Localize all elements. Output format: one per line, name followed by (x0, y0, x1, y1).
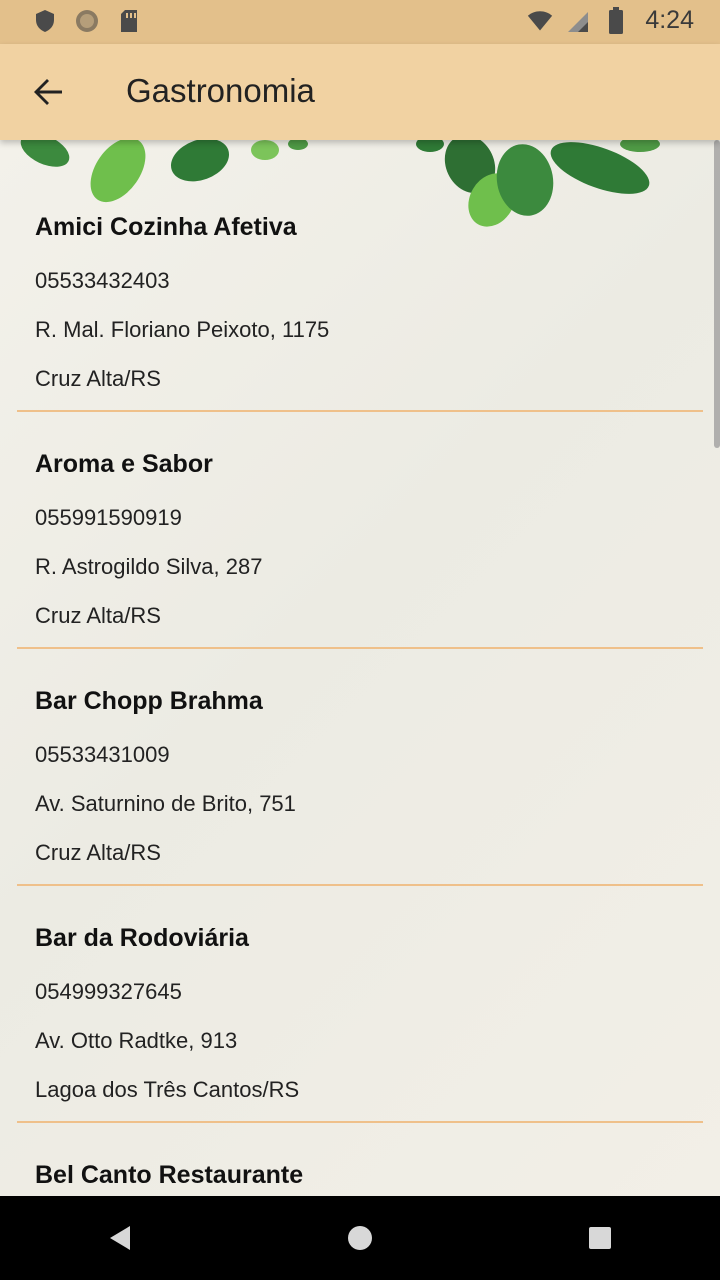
restaurant-address: Av. Otto Radtke, 913 (35, 1028, 238, 1053)
restaurant-name: Bar da Rodoviária (35, 924, 249, 952)
restaurant-name: Bar Chopp Brahma (35, 687, 263, 715)
recents-square-icon (589, 1227, 611, 1249)
nav-home-button[interactable] (320, 1198, 400, 1278)
home-circle-icon (348, 1226, 372, 1250)
list-item[interactable]: Bel Canto Restaurante (0, 1088, 720, 1196)
back-triangle-icon (110, 1226, 130, 1250)
list-item[interactable]: Bar Chopp Brahma 05533431009 Av. Saturni… (0, 614, 720, 865)
wifi-icon (527, 8, 553, 34)
arrow-back-icon (34, 79, 62, 105)
battery-icon (603, 6, 629, 34)
restaurant-name: Amici Cozinha Afetiva (35, 213, 297, 241)
status-bar: 4:24 (0, 0, 720, 44)
app-bar: Gastronomia (0, 44, 720, 140)
list-item[interactable]: Aroma e Sabor 055991590919 R. Astrogildo… (0, 377, 720, 628)
navigation-bar (0, 1196, 720, 1280)
restaurant-phone: 05533431009 (35, 742, 170, 767)
restaurant-list[interactable]: Amici Cozinha Afetiva 05533432403 R. Mal… (0, 140, 720, 1196)
list-item[interactable]: Amici Cozinha Afetiva 05533432403 R. Mal… (0, 140, 720, 391)
back-button[interactable] (20, 64, 76, 120)
nav-back-button[interactable] (80, 1198, 160, 1278)
sd-card-icon (116, 8, 142, 34)
restaurant-address: Av. Saturnino de Brito, 751 (35, 791, 296, 816)
restaurant-phone: 055991590919 (35, 505, 182, 530)
status-time: 4:24 (645, 6, 694, 34)
list-item[interactable]: Bar da Rodoviária 054999327645 Av. Otto … (0, 851, 720, 1102)
cell-signal-icon (565, 8, 591, 34)
nav-recents-button[interactable] (560, 1198, 640, 1278)
restaurant-phone: 05533432403 (35, 268, 170, 293)
shield-icon (32, 8, 58, 34)
restaurant-name: Aroma e Sabor (35, 450, 213, 478)
restaurant-address: R. Astrogildo Silva, 287 (35, 554, 263, 579)
page-title: Gastronomia (126, 72, 315, 109)
settings-round-icon (74, 8, 100, 34)
restaurant-name: Bel Canto Restaurante (35, 1161, 304, 1189)
restaurant-phone: 054999327645 (35, 979, 182, 1004)
restaurant-address: R. Mal. Floriano Peixoto, 1175 (35, 317, 330, 342)
